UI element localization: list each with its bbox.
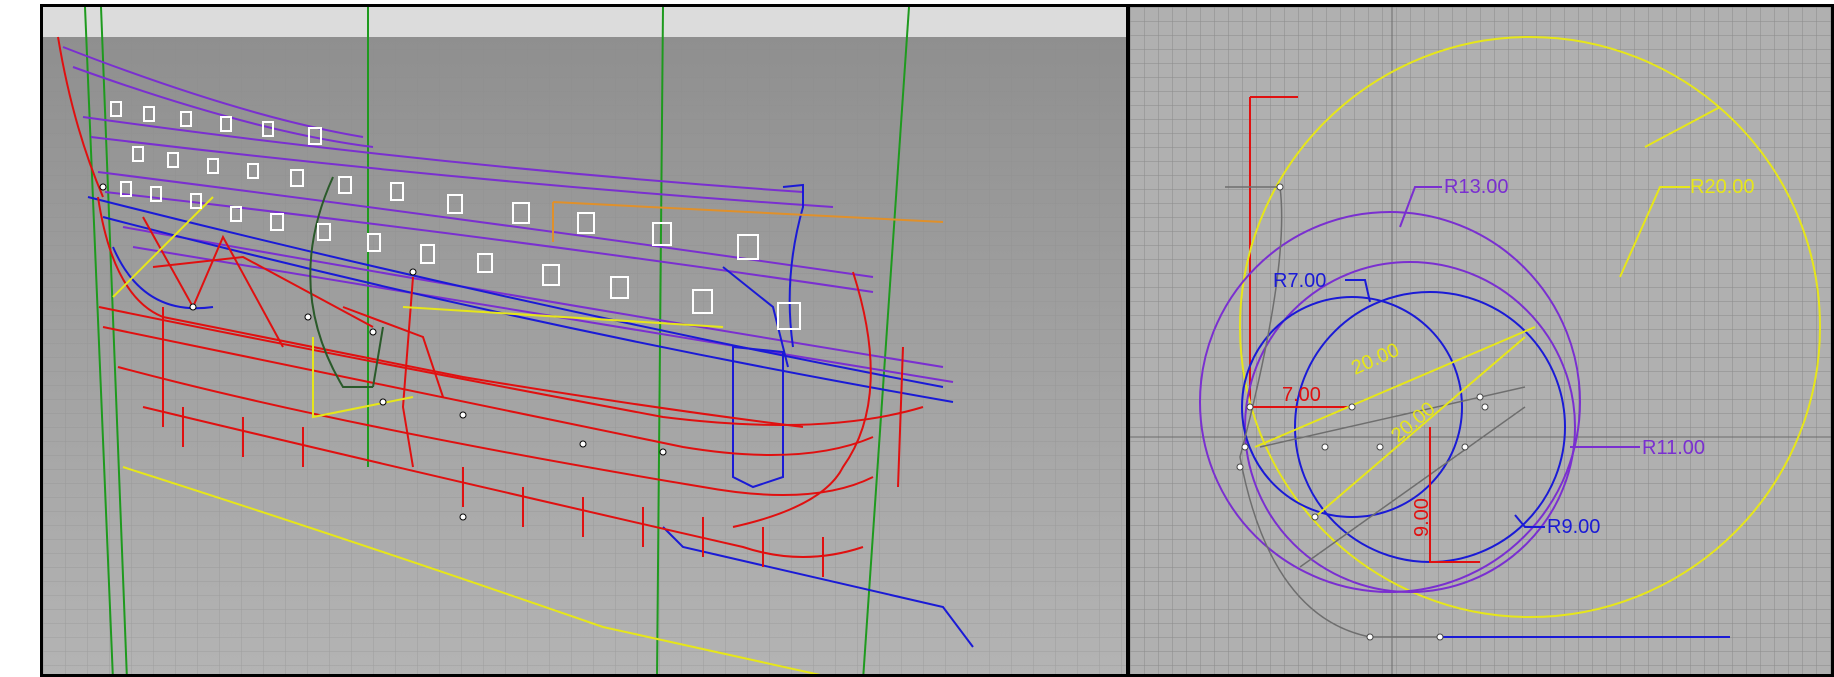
top-viewport[interactable]: R13.00 R20.00 R7.00 R11.00 R9.00 7.00 20…	[1127, 4, 1834, 677]
label-r11: R11.00	[1642, 437, 1705, 459]
label-r7: R7.00	[1273, 270, 1326, 292]
top-canvas[interactable]: R13.00 R20.00 R7.00 R11.00 R9.00 7.00 20…	[1130, 7, 1834, 677]
label-dim-9: 9.00	[1411, 498, 1433, 537]
label-r9: R9.00	[1547, 516, 1600, 538]
label-r13: R13.00	[1444, 176, 1509, 198]
perspective-canvas[interactable]	[43, 7, 1129, 677]
perspective-viewport[interactable]	[40, 4, 1129, 677]
label-r20: R20.00	[1690, 176, 1755, 198]
label-dim-7: 7.00	[1282, 384, 1321, 406]
background-upper	[43, 7, 1126, 37]
